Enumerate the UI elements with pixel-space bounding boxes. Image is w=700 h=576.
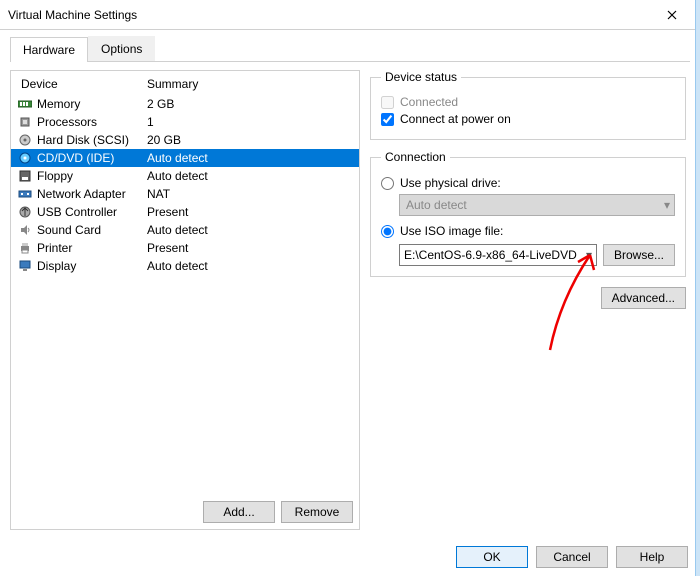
device-row-sound-card[interactable]: Sound CardAuto detect — [11, 221, 359, 239]
device-name: Printer — [37, 241, 147, 255]
advanced-button[interactable]: Advanced... — [601, 287, 686, 309]
printer-icon — [17, 241, 33, 255]
use-physical-input[interactable] — [381, 177, 394, 190]
device-name: Display — [37, 259, 147, 273]
browse-button[interactable]: Browse... — [603, 244, 675, 266]
device-row-processors[interactable]: Processors1 — [11, 113, 359, 131]
use-iso-radio[interactable]: Use ISO image file: — [381, 224, 675, 238]
device-list: Memory2 GBProcessors1Hard Disk (SCSI)20 … — [11, 95, 359, 275]
disk-icon — [17, 133, 33, 147]
device-header: Device Summary — [11, 71, 359, 95]
device-row-cd-dvd-ide-[interactable]: CD/DVD (IDE)Auto detect — [11, 149, 359, 167]
cd-icon — [17, 151, 33, 165]
device-name: Network Adapter — [37, 187, 147, 201]
device-summary: Present — [147, 241, 353, 255]
device-name: Sound Card — [37, 223, 147, 237]
remove-button[interactable]: Remove — [281, 501, 353, 523]
device-summary: Present — [147, 205, 353, 219]
device-name: Memory — [37, 97, 147, 111]
device-row-floppy[interactable]: FloppyAuto detect — [11, 167, 359, 185]
device-row-printer[interactable]: PrinterPresent — [11, 239, 359, 257]
device-summary: NAT — [147, 187, 353, 201]
device-name: Processors — [37, 115, 147, 129]
header-summary: Summary — [147, 77, 198, 91]
device-summary: Auto detect — [147, 169, 353, 183]
settings-panel: Device status Connected Connect at power… — [370, 70, 690, 530]
connect-poweron-input[interactable] — [381, 113, 394, 126]
connection-legend: Connection — [381, 150, 450, 164]
connection-group: Connection Use physical drive: Auto dete… — [370, 150, 686, 277]
device-summary: Auto detect — [147, 151, 353, 165]
display-icon — [17, 259, 33, 273]
device-summary: 1 — [147, 115, 353, 129]
close-button[interactable] — [652, 1, 692, 29]
device-summary: Auto detect — [147, 259, 353, 273]
device-name: Hard Disk (SCSI) — [37, 133, 147, 147]
sound-icon — [17, 223, 33, 237]
right-edge-strip — [695, 0, 700, 576]
device-status-group: Device status Connected Connect at power… — [370, 70, 686, 140]
usb-icon — [17, 205, 33, 219]
cpu-icon — [17, 115, 33, 129]
memory-icon — [17, 97, 33, 111]
connected-input — [381, 96, 394, 109]
connect-poweron-checkbox[interactable]: Connect at power on — [381, 112, 675, 126]
titlebar: Virtual Machine Settings — [0, 0, 700, 30]
use-physical-radio[interactable]: Use physical drive: — [381, 176, 675, 190]
iso-path-combo[interactable]: E:\CentOS-6.9-x86_64-LiveDVD ▾ — [399, 244, 597, 266]
device-row-hard-disk-scsi-[interactable]: Hard Disk (SCSI)20 GB — [11, 131, 359, 149]
device-summary: Auto detect — [147, 223, 353, 237]
device-row-memory[interactable]: Memory2 GB — [11, 95, 359, 113]
device-summary: 2 GB — [147, 97, 353, 111]
header-device: Device — [17, 77, 147, 91]
window-title: Virtual Machine Settings — [8, 8, 137, 22]
chevron-down-icon[interactable]: ▾ — [586, 248, 592, 262]
use-iso-input[interactable] — [381, 225, 394, 238]
device-panel: Device Summary Memory2 GBProcessors1Hard… — [10, 70, 360, 530]
device-name: USB Controller — [37, 205, 147, 219]
add-button[interactable]: Add... — [203, 501, 275, 523]
floppy-icon — [17, 169, 33, 183]
cancel-button[interactable]: Cancel — [536, 546, 608, 568]
device-name: CD/DVD (IDE) — [37, 151, 147, 165]
dialog-footer: OK Cancel Help — [456, 546, 688, 568]
connected-checkbox: Connected — [381, 95, 675, 109]
help-button[interactable]: Help — [616, 546, 688, 568]
physical-drive-combo: Auto detect ▾ — [399, 194, 675, 216]
device-name: Floppy — [37, 169, 147, 183]
device-status-legend: Device status — [381, 70, 461, 84]
tab-options[interactable]: Options — [88, 36, 155, 61]
device-row-network-adapter[interactable]: Network AdapterNAT — [11, 185, 359, 203]
device-row-usb-controller[interactable]: USB ControllerPresent — [11, 203, 359, 221]
device-row-display[interactable]: DisplayAuto detect — [11, 257, 359, 275]
tab-strip: Hardware Options — [10, 36, 690, 62]
net-icon — [17, 187, 33, 201]
chevron-down-icon: ▾ — [664, 198, 670, 212]
ok-button[interactable]: OK — [456, 546, 528, 568]
device-summary: 20 GB — [147, 133, 353, 147]
tab-hardware[interactable]: Hardware — [10, 37, 88, 62]
